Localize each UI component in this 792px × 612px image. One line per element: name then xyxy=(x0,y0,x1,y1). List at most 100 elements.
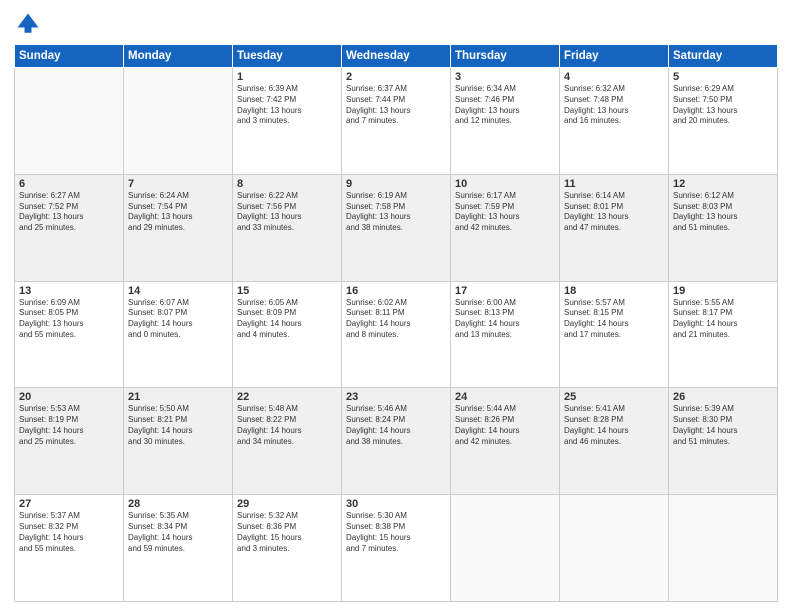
calendar-cell xyxy=(451,495,560,602)
day-number: 8 xyxy=(237,178,337,190)
day-info: Sunrise: 6:14 AM Sunset: 8:01 PM Dayligh… xyxy=(564,191,664,234)
calendar-cell: 15Sunrise: 6:05 AM Sunset: 8:09 PM Dayli… xyxy=(233,281,342,388)
day-number: 5 xyxy=(673,71,773,83)
day-info: Sunrise: 6:22 AM Sunset: 7:56 PM Dayligh… xyxy=(237,191,337,234)
calendar-cell: 29Sunrise: 5:32 AM Sunset: 8:36 PM Dayli… xyxy=(233,495,342,602)
calendar-day-header: Friday xyxy=(560,45,669,68)
calendar-day-header: Sunday xyxy=(15,45,124,68)
day-info: Sunrise: 5:41 AM Sunset: 8:28 PM Dayligh… xyxy=(564,404,664,447)
logo-icon xyxy=(14,10,42,38)
day-number: 18 xyxy=(564,285,664,297)
day-info: Sunrise: 6:37 AM Sunset: 7:44 PM Dayligh… xyxy=(346,84,446,127)
calendar-cell: 17Sunrise: 6:00 AM Sunset: 8:13 PM Dayli… xyxy=(451,281,560,388)
day-info: Sunrise: 5:44 AM Sunset: 8:26 PM Dayligh… xyxy=(455,404,555,447)
calendar-cell: 30Sunrise: 5:30 AM Sunset: 8:38 PM Dayli… xyxy=(342,495,451,602)
calendar-day-header: Saturday xyxy=(669,45,778,68)
day-number: 7 xyxy=(128,178,228,190)
day-info: Sunrise: 5:53 AM Sunset: 8:19 PM Dayligh… xyxy=(19,404,119,447)
day-number: 28 xyxy=(128,498,228,510)
calendar-header-row: SundayMondayTuesdayWednesdayThursdayFrid… xyxy=(15,45,778,68)
day-info: Sunrise: 6:09 AM Sunset: 8:05 PM Dayligh… xyxy=(19,298,119,341)
day-number: 21 xyxy=(128,391,228,403)
day-info: Sunrise: 5:46 AM Sunset: 8:24 PM Dayligh… xyxy=(346,404,446,447)
calendar-cell: 18Sunrise: 5:57 AM Sunset: 8:15 PM Dayli… xyxy=(560,281,669,388)
calendar-cell xyxy=(15,68,124,175)
calendar-cell: 10Sunrise: 6:17 AM Sunset: 7:59 PM Dayli… xyxy=(451,174,560,281)
calendar-cell xyxy=(560,495,669,602)
day-info: Sunrise: 6:39 AM Sunset: 7:42 PM Dayligh… xyxy=(237,84,337,127)
calendar-cell: 24Sunrise: 5:44 AM Sunset: 8:26 PM Dayli… xyxy=(451,388,560,495)
day-number: 20 xyxy=(19,391,119,403)
calendar-week-row: 6Sunrise: 6:27 AM Sunset: 7:52 PM Daylig… xyxy=(15,174,778,281)
day-info: Sunrise: 6:24 AM Sunset: 7:54 PM Dayligh… xyxy=(128,191,228,234)
logo xyxy=(14,10,46,38)
day-number: 17 xyxy=(455,285,555,297)
day-number: 15 xyxy=(237,285,337,297)
calendar-cell: 7Sunrise: 6:24 AM Sunset: 7:54 PM Daylig… xyxy=(124,174,233,281)
calendar-cell: 27Sunrise: 5:37 AM Sunset: 8:32 PM Dayli… xyxy=(15,495,124,602)
calendar-cell: 22Sunrise: 5:48 AM Sunset: 8:22 PM Dayli… xyxy=(233,388,342,495)
calendar-cell xyxy=(669,495,778,602)
calendar-day-header: Monday xyxy=(124,45,233,68)
day-info: Sunrise: 6:19 AM Sunset: 7:58 PM Dayligh… xyxy=(346,191,446,234)
day-number: 29 xyxy=(237,498,337,510)
calendar-cell: 8Sunrise: 6:22 AM Sunset: 7:56 PM Daylig… xyxy=(233,174,342,281)
calendar-cell: 11Sunrise: 6:14 AM Sunset: 8:01 PM Dayli… xyxy=(560,174,669,281)
calendar-week-row: 27Sunrise: 5:37 AM Sunset: 8:32 PM Dayli… xyxy=(15,495,778,602)
calendar-cell: 3Sunrise: 6:34 AM Sunset: 7:46 PM Daylig… xyxy=(451,68,560,175)
day-number: 14 xyxy=(128,285,228,297)
day-number: 30 xyxy=(346,498,446,510)
calendar-day-header: Tuesday xyxy=(233,45,342,68)
calendar-cell: 21Sunrise: 5:50 AM Sunset: 8:21 PM Dayli… xyxy=(124,388,233,495)
day-info: Sunrise: 5:48 AM Sunset: 8:22 PM Dayligh… xyxy=(237,404,337,447)
day-info: Sunrise: 5:32 AM Sunset: 8:36 PM Dayligh… xyxy=(237,511,337,554)
calendar-cell: 20Sunrise: 5:53 AM Sunset: 8:19 PM Dayli… xyxy=(15,388,124,495)
day-number: 19 xyxy=(673,285,773,297)
calendar-table: SundayMondayTuesdayWednesdayThursdayFrid… xyxy=(14,44,778,602)
calendar-cell xyxy=(124,68,233,175)
day-info: Sunrise: 5:50 AM Sunset: 8:21 PM Dayligh… xyxy=(128,404,228,447)
day-number: 6 xyxy=(19,178,119,190)
day-number: 4 xyxy=(564,71,664,83)
day-info: Sunrise: 6:27 AM Sunset: 7:52 PM Dayligh… xyxy=(19,191,119,234)
header xyxy=(14,10,778,38)
calendar-day-header: Thursday xyxy=(451,45,560,68)
calendar-week-row: 13Sunrise: 6:09 AM Sunset: 8:05 PM Dayli… xyxy=(15,281,778,388)
calendar-cell: 1Sunrise: 6:39 AM Sunset: 7:42 PM Daylig… xyxy=(233,68,342,175)
day-number: 3 xyxy=(455,71,555,83)
calendar-cell: 23Sunrise: 5:46 AM Sunset: 8:24 PM Dayli… xyxy=(342,388,451,495)
day-number: 2 xyxy=(346,71,446,83)
day-info: Sunrise: 5:35 AM Sunset: 8:34 PM Dayligh… xyxy=(128,511,228,554)
calendar-cell: 4Sunrise: 6:32 AM Sunset: 7:48 PM Daylig… xyxy=(560,68,669,175)
day-info: Sunrise: 6:29 AM Sunset: 7:50 PM Dayligh… xyxy=(673,84,773,127)
calendar-cell: 19Sunrise: 5:55 AM Sunset: 8:17 PM Dayli… xyxy=(669,281,778,388)
calendar-cell: 25Sunrise: 5:41 AM Sunset: 8:28 PM Dayli… xyxy=(560,388,669,495)
day-info: Sunrise: 5:39 AM Sunset: 8:30 PM Dayligh… xyxy=(673,404,773,447)
calendar-cell: 28Sunrise: 5:35 AM Sunset: 8:34 PM Dayli… xyxy=(124,495,233,602)
calendar-cell: 26Sunrise: 5:39 AM Sunset: 8:30 PM Dayli… xyxy=(669,388,778,495)
page: SundayMondayTuesdayWednesdayThursdayFrid… xyxy=(0,0,792,612)
day-number: 23 xyxy=(346,391,446,403)
day-info: Sunrise: 6:17 AM Sunset: 7:59 PM Dayligh… xyxy=(455,191,555,234)
day-info: Sunrise: 6:00 AM Sunset: 8:13 PM Dayligh… xyxy=(455,298,555,341)
calendar-cell: 9Sunrise: 6:19 AM Sunset: 7:58 PM Daylig… xyxy=(342,174,451,281)
day-number: 16 xyxy=(346,285,446,297)
calendar-cell: 12Sunrise: 6:12 AM Sunset: 8:03 PM Dayli… xyxy=(669,174,778,281)
calendar-cell: 16Sunrise: 6:02 AM Sunset: 8:11 PM Dayli… xyxy=(342,281,451,388)
day-number: 1 xyxy=(237,71,337,83)
calendar-cell: 6Sunrise: 6:27 AM Sunset: 7:52 PM Daylig… xyxy=(15,174,124,281)
calendar-week-row: 20Sunrise: 5:53 AM Sunset: 8:19 PM Dayli… xyxy=(15,388,778,495)
calendar-cell: 13Sunrise: 6:09 AM Sunset: 8:05 PM Dayli… xyxy=(15,281,124,388)
day-number: 10 xyxy=(455,178,555,190)
calendar-day-header: Wednesday xyxy=(342,45,451,68)
day-info: Sunrise: 5:30 AM Sunset: 8:38 PM Dayligh… xyxy=(346,511,446,554)
day-info: Sunrise: 5:57 AM Sunset: 8:15 PM Dayligh… xyxy=(564,298,664,341)
day-number: 22 xyxy=(237,391,337,403)
day-info: Sunrise: 6:02 AM Sunset: 8:11 PM Dayligh… xyxy=(346,298,446,341)
day-number: 12 xyxy=(673,178,773,190)
day-info: Sunrise: 6:32 AM Sunset: 7:48 PM Dayligh… xyxy=(564,84,664,127)
day-info: Sunrise: 6:12 AM Sunset: 8:03 PM Dayligh… xyxy=(673,191,773,234)
day-info: Sunrise: 5:37 AM Sunset: 8:32 PM Dayligh… xyxy=(19,511,119,554)
calendar-cell: 14Sunrise: 6:07 AM Sunset: 8:07 PM Dayli… xyxy=(124,281,233,388)
calendar-week-row: 1Sunrise: 6:39 AM Sunset: 7:42 PM Daylig… xyxy=(15,68,778,175)
